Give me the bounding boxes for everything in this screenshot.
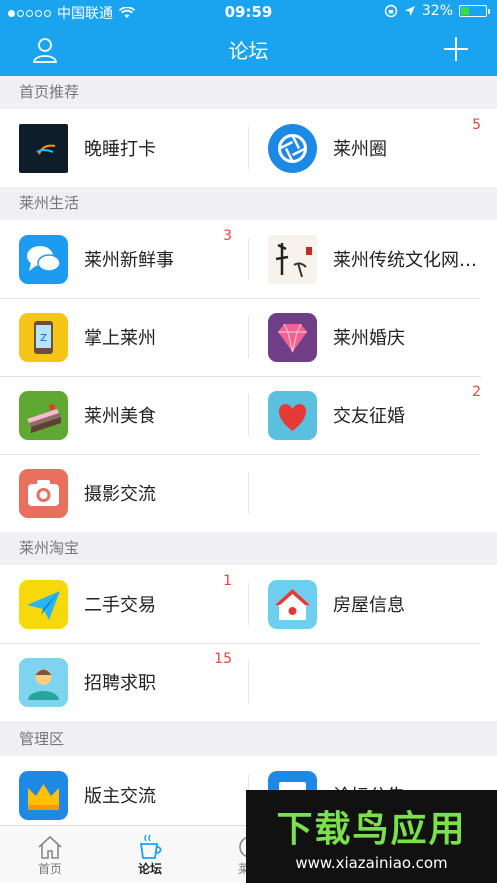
night-image-icon [19, 123, 68, 173]
forum-item-label: 版主交流 [84, 786, 156, 807]
forum-item-culture[interactable]: 莱州传统文化网… [249, 220, 497, 298]
tab-label: 论坛 [137, 862, 162, 876]
section-title: 管理区 [0, 723, 497, 756]
forum-grid: 晚睡打卡 莱州圈 5 [0, 109, 497, 187]
forum-item-housing[interactable]: 房屋信息 [249, 565, 497, 643]
forum-item-label: 莱州婚庆 [333, 328, 405, 349]
orientation-lock-icon [384, 4, 398, 18]
diamond-icon [268, 312, 317, 362]
watermark-url: www.xiazainiao.com [295, 854, 448, 872]
battery-fill [461, 7, 469, 15]
forum-item-news[interactable]: 莱州新鲜事 3 [0, 220, 248, 298]
home-icon [38, 835, 62, 859]
paper-plane-icon [19, 579, 68, 629]
forum-item-label: 二手交易 [84, 595, 156, 616]
forum-item-label: 莱州圈 [333, 139, 387, 160]
chat-bubbles-icon [19, 234, 68, 284]
forum-item-mobile-laizhou[interactable]: Z 掌上莱州 [0, 298, 248, 376]
forum-item-wedding[interactable]: 莱州婚庆 [249, 298, 497, 376]
section-title: 莱州淘宝 [0, 532, 497, 565]
status-bar: 中国联通 09:59 32% [0, 0, 497, 24]
unread-badge: 5 [472, 117, 481, 133]
section-title: 首页推荐 [0, 76, 497, 109]
forum-item-label: 莱州传统文化网… [333, 250, 477, 271]
forum-item-laizhou-circle[interactable]: 莱州圈 5 [249, 109, 497, 187]
forum-grid: 二手交易 1 房屋信息 招聘求职 15 [0, 565, 497, 721]
watermark-title: 下载鸟应用 [276, 809, 467, 850]
forum-item-label: 掌上莱州 [84, 328, 156, 349]
grid-row: 二手交易 1 房屋信息 [0, 565, 497, 643]
section-title: 莱州生活 [0, 187, 497, 220]
divider [248, 472, 249, 514]
header: 中国联通 09:59 32% 论坛 [0, 0, 497, 76]
forum-item-label: 房屋信息 [333, 595, 405, 616]
unread-badge: 3 [223, 228, 232, 244]
forum-item-label: 莱州新鲜事 [84, 250, 174, 271]
battery-percent: 32% [421, 3, 453, 19]
forum-item-dating[interactable]: 交友征婚 2 [249, 376, 497, 454]
battery-icon [459, 5, 490, 17]
cake-icon [19, 390, 68, 440]
tab-forum[interactable]: 论坛 [100, 826, 200, 883]
forum-item-photography[interactable]: 摄影交流 [0, 454, 248, 532]
forum-item-label: 莱州美食 [84, 406, 156, 427]
divider [248, 661, 249, 703]
forum-item-label: 摄影交流 [84, 484, 156, 505]
page-title: 论坛 [228, 39, 269, 63]
forum-item-label: 交友征婚 [333, 406, 405, 427]
forum-item-food[interactable]: 莱州美食 [0, 376, 248, 454]
grid-row: 莱州美食 交友征婚 2 [0, 376, 497, 454]
grid-row: 招聘求职 15 [0, 643, 497, 721]
tab-home[interactable]: 首页 [0, 826, 100, 883]
grid-row: 莱州新鲜事 3 莱州传统文化网… [0, 220, 497, 298]
coffee-cup-icon [139, 834, 162, 859]
forum-item-jobs[interactable]: 招聘求职 15 [0, 643, 248, 721]
calligraphy-icon [268, 234, 317, 284]
camera-icon [19, 468, 68, 518]
forum-item-label: 招聘求职 [84, 673, 156, 694]
person-icon [19, 657, 68, 707]
plus-icon[interactable] [443, 36, 469, 62]
crown-icon [19, 770, 68, 820]
location-icon [404, 6, 415, 16]
svg-text:Z: Z [40, 333, 47, 344]
tab-label: 首页 [37, 862, 62, 876]
heart-icon [268, 390, 317, 440]
forum-item-secondhand[interactable]: 二手交易 1 [0, 565, 248, 643]
unread-badge: 15 [214, 651, 232, 667]
grid-row: 摄影交流 [0, 454, 497, 532]
unread-badge: 2 [472, 384, 481, 400]
forum-grid: 莱州新鲜事 3 莱州传统文化网… Z 掌上莱州 莱州婚庆 莱州美食 交友征婚 2… [0, 220, 497, 532]
unread-badge: 1 [223, 573, 232, 589]
forum-item-wanshui[interactable]: 晚睡打卡 [0, 109, 248, 187]
watermark: 下载鸟应用 www.xiazainiao.com [246, 790, 497, 883]
status-right: 32% [384, 3, 490, 19]
app: 中国联通 09:59 32% 论坛 首页推荐 晚睡打卡 莱州圈 5 莱州生活 莱… [0, 0, 497, 883]
grid-row: Z 掌上莱州 莱州婚庆 [0, 298, 497, 376]
nav-bar: 论坛 [0, 24, 497, 76]
phone-icon: Z [19, 312, 68, 362]
house-icon [268, 579, 317, 629]
forum-item-moderators[interactable]: 版主交流 [0, 756, 248, 834]
camera-aperture-icon [268, 123, 317, 173]
forum-item-label: 晚睡打卡 [84, 139, 156, 160]
grid-row: 晚睡打卡 莱州圈 5 [0, 109, 497, 187]
